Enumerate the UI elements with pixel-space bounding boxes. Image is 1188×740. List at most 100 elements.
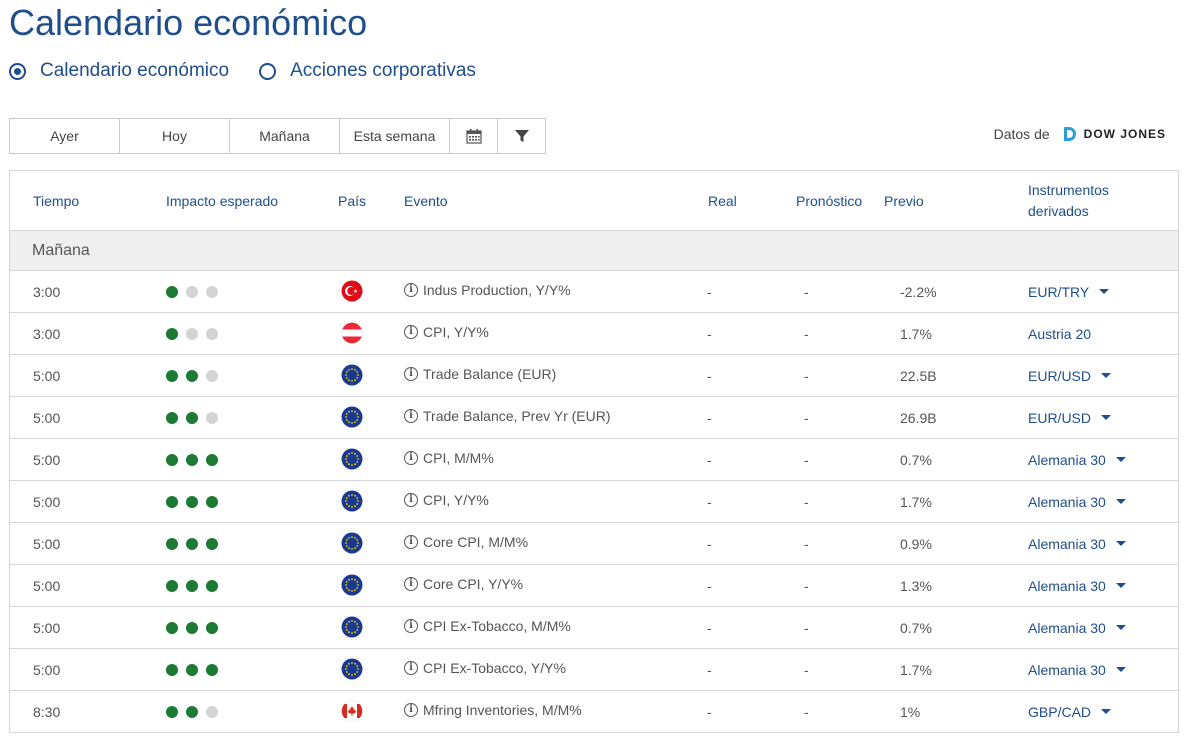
radio-checked-icon[interactable] <box>9 62 26 80</box>
eu-flag-icon <box>341 658 363 680</box>
header-country[interactable]: País <box>338 193 366 209</box>
instrument-link[interactable]: Alemania 30 <box>1028 452 1126 468</box>
instrument-label[interactable]: GBP/CAD <box>1028 704 1091 720</box>
instrument-label[interactable]: Austria 20 <box>1028 326 1091 342</box>
event-name[interactable]: Core CPI, Y/Y% <box>423 576 523 592</box>
info-icon[interactable]: i <box>404 283 418 297</box>
info-icon[interactable]: i <box>404 577 418 591</box>
info-icon[interactable]: i <box>404 367 418 381</box>
info-icon[interactable]: i <box>404 451 418 465</box>
event-name[interactable]: Indus Production, Y/Y% <box>423 282 571 298</box>
instrument-link[interactable]: EUR/USD <box>1028 410 1112 426</box>
header-real[interactable]: Real <box>708 193 737 209</box>
event-name[interactable]: CPI Ex-Tobacco, M/M% <box>423 618 571 634</box>
event-cell[interactable]: i Core CPI, M/M% <box>404 534 528 550</box>
instrument-label[interactable]: EUR/USD <box>1028 410 1091 426</box>
event-cell[interactable]: i CPI, Y/Y% <box>404 324 489 340</box>
instrument-link[interactable]: Alemania 30 <box>1028 662 1126 678</box>
table-row[interactable]: 5:00 i Trade Balance (EUR) - - 22.5B EUR/USD <box>10 355 1178 397</box>
info-icon[interactable]: i <box>404 493 418 507</box>
instrument-link[interactable]: Alemania 30 <box>1028 536 1126 552</box>
event-name[interactable]: Trade Balance, Prev Yr (EUR) <box>423 408 611 424</box>
event-name[interactable]: CPI Ex-Tobacco, Y/Y% <box>423 660 566 676</box>
impact-dot-icon <box>166 706 178 718</box>
dow-jones-logo-icon <box>1063 127 1076 141</box>
info-icon[interactable]: i <box>404 619 418 633</box>
table-row[interactable]: 3:00 i CPI, Y/Y% - - 1.7% Austria 20 <box>10 313 1178 355</box>
table-row[interactable]: 5:00 i Core CPI, Y/Y% - - 1.3% Alemania 30 <box>10 565 1178 607</box>
table-row[interactable]: 5:00 i Trade Balance, Prev Yr (EUR) - - 26.9B… <box>10 397 1178 439</box>
table-row[interactable]: 5:00 i CPI Ex-Tobacco, Y/Y% - - 1.7% Alemania … <box>10 649 1178 691</box>
instrument-link[interactable]: GBP/CAD <box>1028 704 1112 720</box>
event-cell[interactable]: i Trade Balance, Prev Yr (EUR) <box>404 408 611 424</box>
chevron-down-icon[interactable] <box>1115 540 1126 546</box>
impact-indicator <box>166 706 226 718</box>
instrument-label[interactable]: Alemania 30 <box>1028 536 1106 552</box>
event-name[interactable]: CPI, Y/Y% <box>423 492 489 508</box>
chevron-down-icon[interactable] <box>1099 288 1110 294</box>
header-instruments-line2[interactable]: derivados <box>1028 203 1089 219</box>
tab-economic-calendar[interactable]: Calendario económico <box>9 60 229 82</box>
event-cell[interactable]: i Trade Balance (EUR) <box>404 366 556 382</box>
header-instruments[interactable]: Instrumentos <box>1028 182 1109 198</box>
event-cell[interactable]: i CPI, Y/Y% <box>404 492 489 508</box>
instrument-label[interactable]: Alemania 30 <box>1028 578 1106 594</box>
event-cell[interactable]: i Core CPI, Y/Y% <box>404 576 523 592</box>
tomorrow-button[interactable]: Mañana <box>229 118 340 154</box>
header-previous[interactable]: Previo <box>884 193 924 209</box>
chevron-down-icon[interactable] <box>1101 414 1112 420</box>
this-week-button[interactable]: Esta semana <box>339 118 450 154</box>
instrument-link[interactable]: Alemania 30 <box>1028 578 1126 594</box>
table-row[interactable]: 3:00 i Indus Production, Y/Y% - - -2.2% EUR/TR… <box>10 271 1178 313</box>
tab-corporate-actions[interactable]: Acciones corporativas <box>259 60 476 82</box>
event-cell[interactable]: i Indus Production, Y/Y% <box>404 282 571 298</box>
event-name[interactable]: Mfring Inventories, M/M% <box>423 702 582 718</box>
radio-unchecked-icon[interactable] <box>259 62 277 80</box>
chevron-down-icon[interactable] <box>1115 582 1126 588</box>
info-icon[interactable]: i <box>404 409 418 423</box>
header-impact[interactable]: Impacto esperado <box>166 193 278 209</box>
instrument-link[interactable]: Alemania 30 <box>1028 494 1126 510</box>
info-icon[interactable]: i <box>404 661 418 675</box>
instrument-label[interactable]: Alemania 30 <box>1028 452 1106 468</box>
header-forecast[interactable]: Pronóstico <box>796 193 862 209</box>
filter-button[interactable] <box>497 118 546 154</box>
event-name[interactable]: CPI, M/M% <box>423 450 494 466</box>
instrument-label[interactable]: Alemania 30 <box>1028 620 1106 636</box>
table-row[interactable]: 5:00 i CPI Ex-Tobacco, M/M% - - 0.7% Alemania … <box>10 607 1178 649</box>
instrument-link[interactable]: EUR/USD <box>1028 368 1112 384</box>
info-icon[interactable]: i <box>404 703 418 717</box>
event-cell[interactable]: i CPI Ex-Tobacco, Y/Y% <box>404 660 566 676</box>
info-icon[interactable]: i <box>404 535 418 549</box>
event-cell[interactable]: i CPI, M/M% <box>404 450 494 466</box>
event-name[interactable]: Trade Balance (EUR) <box>423 366 556 382</box>
instrument-label[interactable]: Alemania 30 <box>1028 662 1106 678</box>
today-button[interactable]: Hoy <box>119 118 230 154</box>
event-name[interactable]: Core CPI, M/M% <box>423 534 528 550</box>
event-name[interactable]: CPI, Y/Y% <box>423 324 489 340</box>
table-row[interactable]: 5:00 i Core CPI, M/M% - - 0.9% Alemania 30 <box>10 523 1178 565</box>
table-row[interactable]: 5:00 i CPI, Y/Y% - - 1.7% Alemania 30 <box>10 481 1178 523</box>
instrument-link[interactable]: Austria 20 <box>1028 326 1091 342</box>
instrument-label[interactable]: EUR/TRY <box>1028 284 1089 300</box>
instrument-label[interactable]: EUR/USD <box>1028 368 1091 384</box>
chevron-down-icon[interactable] <box>1115 456 1126 462</box>
info-icon[interactable]: i <box>404 325 418 339</box>
header-time[interactable]: Tiempo <box>33 193 79 209</box>
table-row[interactable]: 5:00 i CPI, M/M% - - 0.7% Alemania 30 <box>10 439 1178 481</box>
instrument-link[interactable]: EUR/TRY <box>1028 284 1110 300</box>
event-cell[interactable]: i Mfring Inventories, M/M% <box>404 702 582 718</box>
chevron-down-icon[interactable] <box>1115 666 1126 672</box>
instrument-link[interactable]: Alemania 30 <box>1028 620 1126 636</box>
chevron-down-icon[interactable] <box>1101 372 1112 378</box>
row-time: 3:00 <box>33 326 61 342</box>
table-row[interactable]: 8:30 i Mfring Inventories, M/M% - - 1% GBP/CAD <box>10 691 1178 733</box>
header-event[interactable]: Evento <box>404 193 448 209</box>
chevron-down-icon[interactable] <box>1115 624 1126 630</box>
chevron-down-icon[interactable] <box>1101 708 1112 714</box>
calendar-button[interactable] <box>449 118 498 154</box>
yesterday-button[interactable]: Ayer <box>9 118 120 154</box>
instrument-label[interactable]: Alemania 30 <box>1028 494 1106 510</box>
event-cell[interactable]: i CPI Ex-Tobacco, M/M% <box>404 618 571 634</box>
chevron-down-icon[interactable] <box>1115 498 1126 504</box>
